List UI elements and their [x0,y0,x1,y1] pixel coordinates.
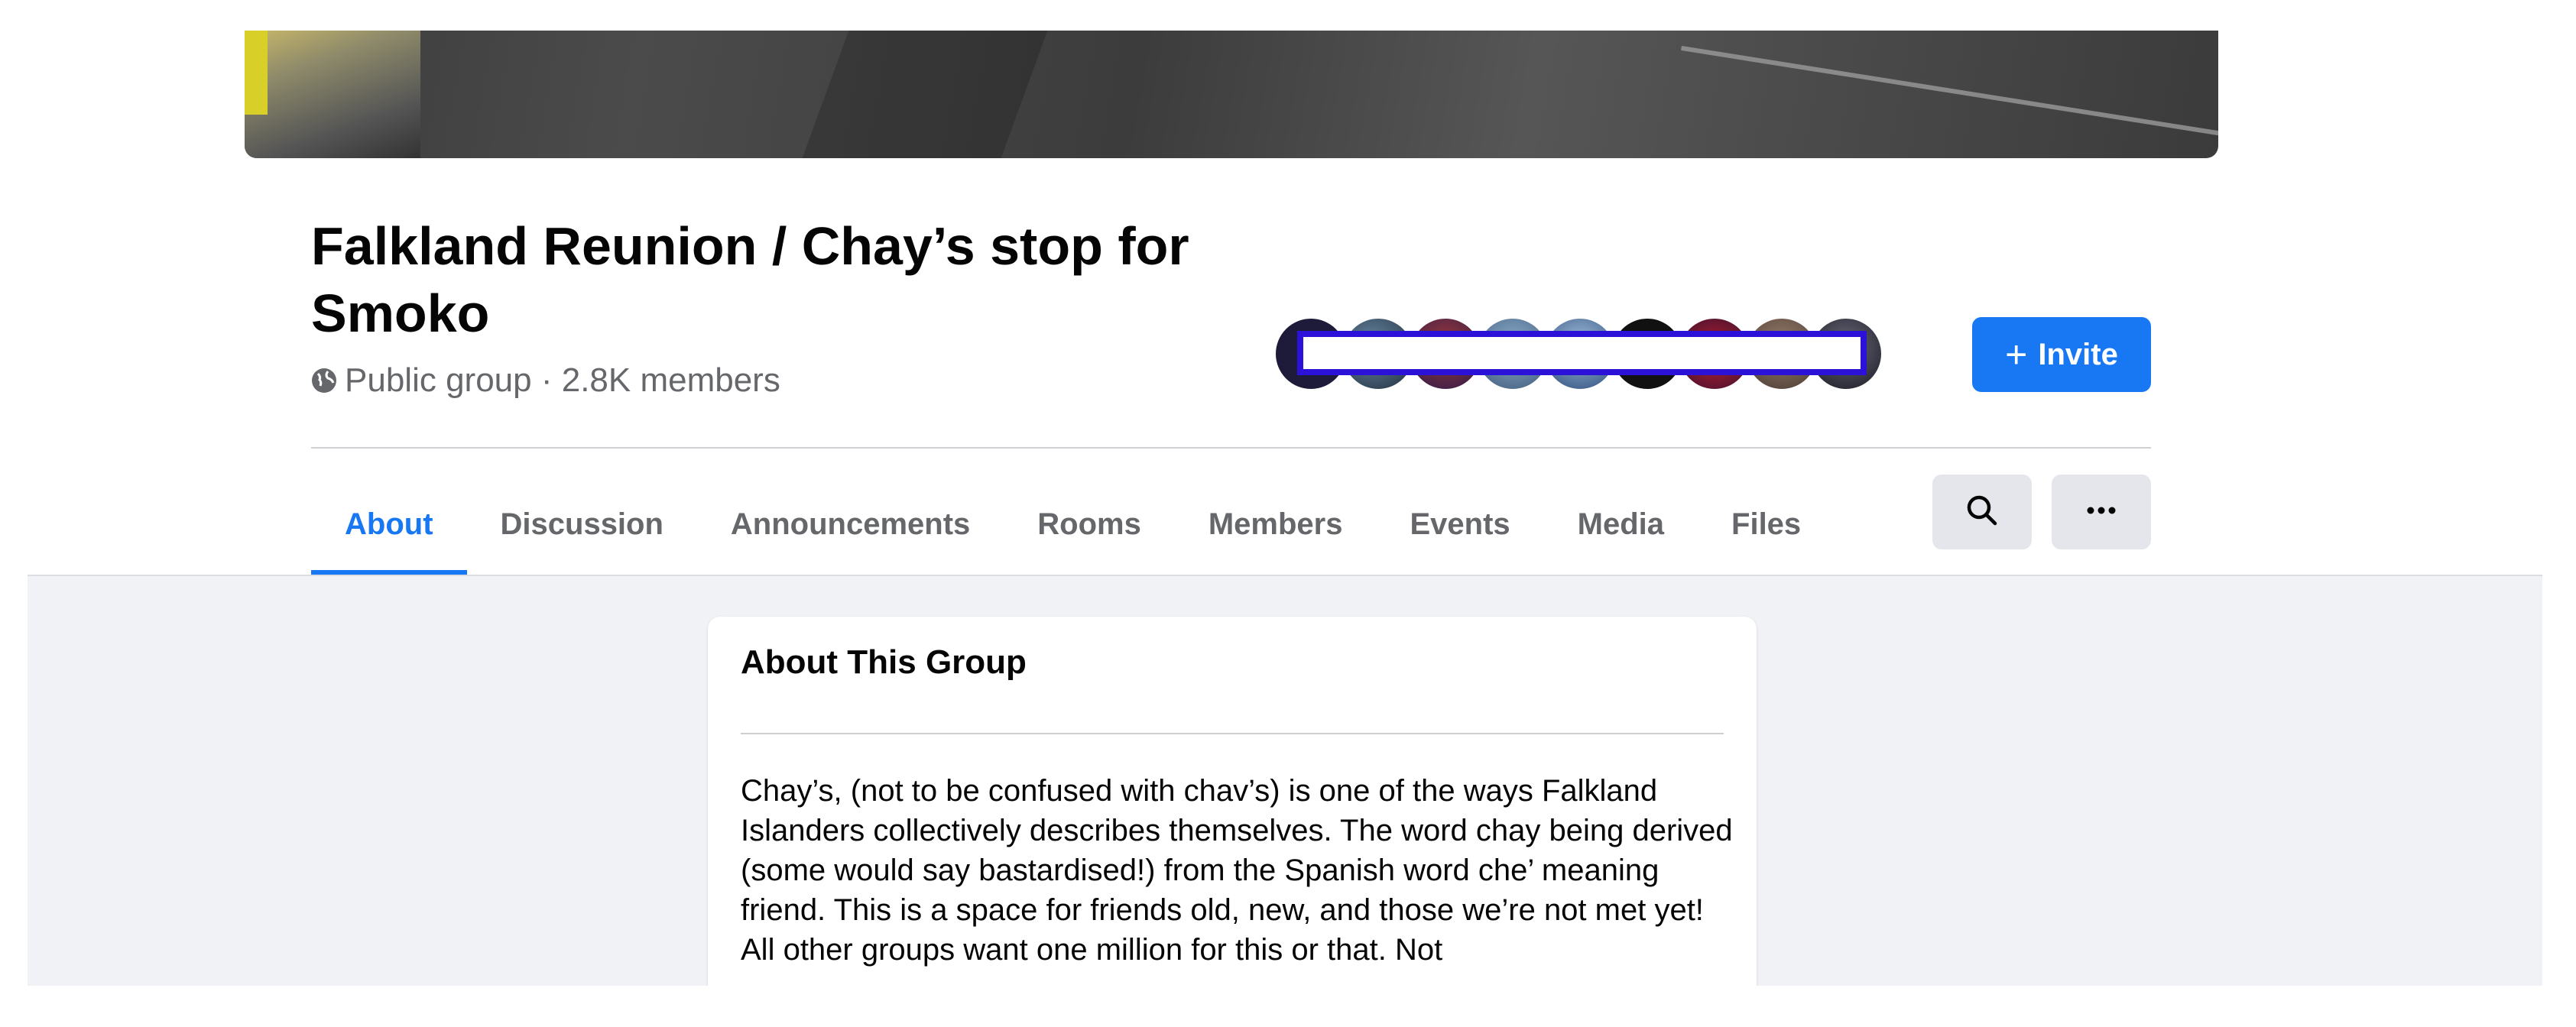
more-icon [2084,505,2118,519]
tab-announcements[interactable]: Announcements [697,474,1004,575]
tab-rooms[interactable]: Rooms [1004,474,1175,575]
invite-label: Invite [2038,337,2118,371]
about-description: Chay’s, (not to be confused with chav’s)… [741,774,1733,967]
search-button[interactable] [1932,475,2032,549]
search-icon [1965,494,1999,531]
about-heading: About This Group [741,643,1027,681]
about-card: About This Group Chay’s, (not to be conf… [708,617,1757,1027]
more-options-button[interactable] [2052,475,2151,549]
card-divider [741,733,1724,734]
member-count[interactable]: 2.8K members [562,361,780,400]
invite-button[interactable]: + Invite [1972,317,2151,392]
header-divider [311,447,2151,449]
group-tabs: About Discussion Announcements Rooms Mem… [311,474,1835,575]
tab-about[interactable]: About [311,474,467,575]
privacy-label: Public group [345,361,532,399]
plus-icon: + [2005,333,2028,376]
tab-discussion[interactable]: Discussion [467,474,697,575]
tab-events[interactable]: Events [1376,474,1543,575]
cover-photo [245,31,2218,158]
group-page: Falkland Reunion / Chay’s stop for Smoko… [0,0,2576,1027]
meta-separator: · [531,361,562,399]
tab-files[interactable]: Files [1698,474,1835,575]
globe-icon [311,368,337,394]
tab-media[interactable]: Media [1544,474,1698,575]
tab-members[interactable]: Members [1175,474,1377,575]
group-meta: Public group · 2.8K members [311,359,780,402]
group-title: Falkland Reunion / Chay’s stop for Smoko [311,216,1189,343]
bottom-edge [0,986,2576,1027]
redaction-box [1297,331,1867,375]
